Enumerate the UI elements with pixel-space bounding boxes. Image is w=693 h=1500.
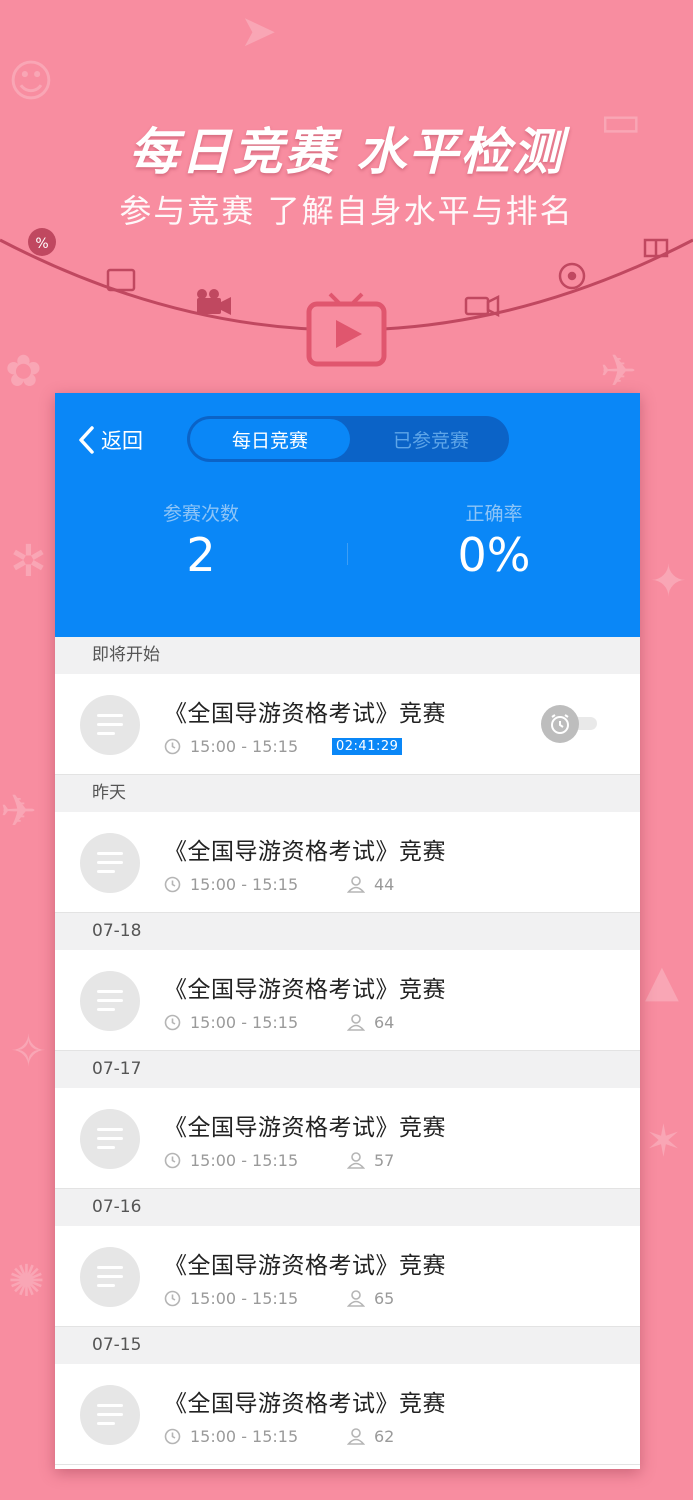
app-screen: 返回 每日竞赛 已参竞赛 参赛次数 2 正确率 0% 即将开始 《全国导游资格考… [55, 393, 640, 1469]
section-header-upcoming: 即将开始 [55, 637, 640, 674]
contest-title: 《全国导游资格考试》竞赛 [164, 701, 446, 727]
reminder-toggle[interactable] [541, 705, 597, 743]
svg-text:%: % [35, 236, 48, 252]
disc-icon [558, 262, 586, 290]
app-header: 返回 每日竞赛 已参竞赛 参赛次数 2 正确率 0% [55, 393, 640, 637]
clock-icon [164, 876, 181, 893]
stat-participation: 参赛次数 2 [55, 499, 347, 582]
participant-count-text: 65 [374, 1289, 395, 1308]
contest-time: 15:00 - 15:15 [164, 875, 298, 894]
participant-count: 57 [347, 1151, 394, 1170]
contest-time-text: 15:00 - 15:15 [190, 737, 299, 756]
section-header-date: 07-18 [55, 913, 640, 950]
video-camera-icon [464, 294, 500, 318]
participant-count: 65 [347, 1289, 394, 1308]
person-icon [347, 876, 365, 893]
stat-accuracy: 正确率 0% [348, 499, 640, 582]
list-icon [80, 1385, 140, 1445]
tab-joined-contests[interactable]: 已参竞赛 [353, 416, 509, 462]
tab-daily-contest[interactable]: 每日竞赛 [190, 419, 350, 459]
face-doodle-icon: ☺ [8, 56, 54, 107]
chart-doodle-icon: ▲ [645, 956, 679, 1007]
section-header-yesterday: 昨天 [55, 775, 640, 812]
decorative-arc: % [0, 228, 693, 367]
person-icon [347, 1014, 365, 1031]
certificate-icon [106, 268, 136, 292]
percent-badge-icon: % [28, 228, 56, 256]
contest-title: 《全国导游资格考试》竞赛 [164, 839, 446, 865]
contest-time: 15:00 - 15:15 [164, 737, 298, 756]
rocket-doodle-icon-3: ✧ [10, 1026, 47, 1077]
stat-participation-value: 2 [186, 528, 216, 582]
back-button[interactable]: 返回 [77, 425, 143, 455]
star-doodle-icon: ✶ [645, 1116, 682, 1167]
back-label: 返回 [101, 429, 143, 453]
contest-item[interactable]: 《全国导游资格考试》竞赛 15:00 - 15:15 64 [55, 950, 640, 1051]
contest-item[interactable]: 《全国导游资格考试》竞赛 15:00 - 15:15 62 [55, 1364, 640, 1465]
participant-count-text: 62 [374, 1427, 395, 1446]
molecule-doodle-icon: ✲ [10, 536, 47, 587]
list-icon [80, 695, 140, 755]
contest-item[interactable]: 《全国导游资格考试》竞赛 15:00 - 15:15 44 [55, 812, 640, 913]
rocket-doodle-icon: ✦ [650, 556, 687, 607]
participant-count: 44 [347, 875, 394, 894]
participant-count: 62 [347, 1427, 394, 1446]
clock-icon [164, 1152, 181, 1169]
contest-time-text: 15:00 - 15:15 [190, 1013, 299, 1032]
clock-icon [164, 738, 181, 755]
participant-count-text: 44 [374, 875, 395, 894]
contest-time-text: 15:00 - 15:15 [190, 1427, 299, 1446]
contest-item[interactable]: 《全国导游资格考试》竞赛 15:00 - 15:15 02:41:29 [55, 674, 640, 775]
contest-time: 15:00 - 15:15 [164, 1013, 298, 1032]
atom-doodle-icon: ✺ [8, 1256, 45, 1307]
contest-item[interactable]: 《全国导游资格考试》竞赛 15:00 - 15:15 57 [55, 1088, 640, 1189]
paper-plane-doodle-icon: ➤ [240, 6, 277, 57]
reminder-toggle-knob [541, 705, 579, 743]
list-icon [80, 971, 140, 1031]
segmented-control: 每日竞赛 已参竞赛 [187, 416, 509, 462]
contest-title: 《全国导游资格考试》竞赛 [164, 1253, 446, 1279]
contest-time: 15:00 - 15:15 [164, 1289, 298, 1308]
list-icon [80, 1247, 140, 1307]
person-icon [347, 1290, 365, 1307]
back-chevron-icon [79, 426, 94, 454]
contest-item[interactable]: 《全国导游资格考试》竞赛 15:00 - 15:15 65 [55, 1226, 640, 1327]
film-camera-icon [197, 289, 231, 315]
contest-time-text: 15:00 - 15:15 [190, 1289, 299, 1308]
stat-accuracy-label: 正确率 [465, 503, 523, 525]
stat-participation-label: 参赛次数 [162, 503, 239, 525]
alarm-icon [551, 714, 569, 734]
person-icon [347, 1428, 365, 1445]
person-icon [347, 1152, 365, 1169]
contest-title: 《全国导游资格考试》竞赛 [164, 1391, 446, 1417]
clock-icon [164, 1428, 181, 1445]
participant-count-text: 57 [374, 1151, 395, 1170]
section-header-date: 07-15 [55, 1327, 640, 1364]
tv-play-icon [306, 292, 387, 367]
section-header-date: 07-17 [55, 1051, 640, 1088]
promo-title: 每日竞赛 水平检测 [128, 123, 565, 181]
rocket-doodle-icon-2: ✈ [0, 786, 37, 837]
contest-time: 15:00 - 15:15 [164, 1427, 298, 1446]
participant-count-text: 64 [374, 1013, 395, 1032]
participant-count: 64 [347, 1013, 394, 1032]
clock-icon [164, 1290, 181, 1307]
section-header-date: 07-16 [55, 1189, 640, 1226]
contest-time-text: 15:00 - 15:15 [190, 875, 299, 894]
countdown-badge: 02:41:29 [332, 738, 403, 755]
contest-title: 《全国导游资格考试》竞赛 [164, 977, 446, 1003]
list-icon [80, 833, 140, 893]
clock-icon [164, 1014, 181, 1031]
list-icon [80, 1109, 140, 1169]
contest-time: 15:00 - 15:15 [164, 1151, 298, 1170]
stat-accuracy-value: 0% [457, 528, 531, 582]
contest-title: 《全国导游资格考试》竞赛 [164, 1115, 446, 1141]
contest-time-text: 15:00 - 15:15 [190, 1151, 299, 1170]
